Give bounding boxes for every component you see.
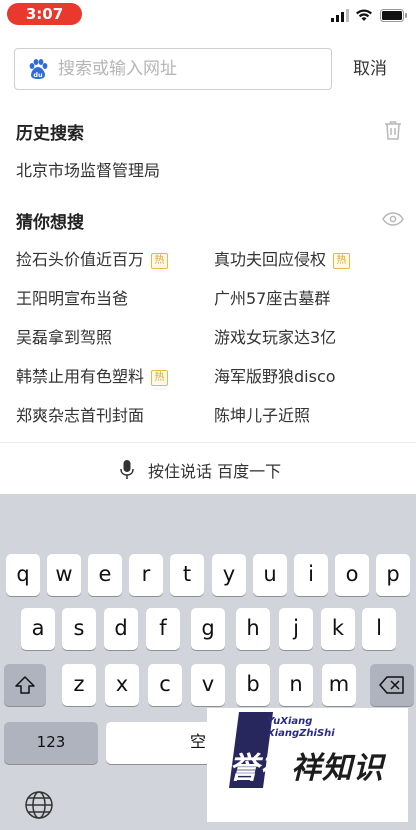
battery-icon xyxy=(380,9,407,22)
globe-icon[interactable] xyxy=(24,790,54,820)
key-j[interactable]: j xyxy=(279,608,313,650)
hot-search-item[interactable]: 吴磊拿到驾照 xyxy=(16,324,112,348)
watermark-main-text: 誉祥祥知识 xyxy=(229,743,384,787)
baidu-paw-icon: du xyxy=(29,59,48,79)
microphone-icon xyxy=(120,460,134,479)
svg-text:du: du xyxy=(33,71,43,79)
key-c[interactable]: c xyxy=(148,664,182,706)
key-q[interactable]: q xyxy=(6,554,40,596)
cancel-button[interactable]: 取消 xyxy=(340,55,400,83)
shift-key[interactable] xyxy=(4,664,46,706)
watermark-main-part1: 誉祥 xyxy=(229,751,291,786)
hot-search-item-text: 真功夫回应侵权 xyxy=(214,250,327,269)
history-section-title: 历史搜索 xyxy=(16,124,84,144)
key-v[interactable]: v xyxy=(191,664,225,706)
hot-badge: 热 xyxy=(151,370,169,386)
key-w[interactable]: w xyxy=(47,554,81,596)
key-y[interactable]: y xyxy=(212,554,246,596)
hot-badge: 热 xyxy=(333,253,351,269)
key-s[interactable]: s xyxy=(62,608,96,650)
key-n[interactable]: n xyxy=(279,664,313,706)
hot-search-item[interactable]: 游戏女玩家达3亿 xyxy=(214,324,336,348)
wifi-icon xyxy=(356,9,372,21)
delete-key[interactable] xyxy=(370,664,414,706)
key-r[interactable]: r xyxy=(129,554,163,596)
trash-icon[interactable] xyxy=(384,120,402,140)
key-u[interactable]: u xyxy=(253,554,287,596)
hot-search-item-text: 韩禁止用有色塑料 xyxy=(16,367,145,386)
hot-search-item-text: 广州57座古墓群 xyxy=(214,289,331,308)
hot-search-item-text: 郑爽杂志首刊封面 xyxy=(16,406,145,425)
hot-badge: 热 xyxy=(151,253,169,269)
eye-icon[interactable] xyxy=(382,212,404,226)
hot-search-item-text: 王阳明宣布当爸 xyxy=(16,289,129,308)
hot-search-item-text: 陈坤儿子近照 xyxy=(214,406,311,425)
hot-search-item-text: 捡石头价值近百万 xyxy=(16,250,145,269)
key-p[interactable]: p xyxy=(376,554,410,596)
numbers-key[interactable]: 123 xyxy=(4,722,98,764)
status-time[interactable]: 3:07 xyxy=(7,3,82,25)
voice-search-label: 按住说话 百度一下 xyxy=(148,462,282,481)
key-t[interactable]: t xyxy=(170,554,204,596)
hot-search-item[interactable]: 王阳明宣布当爸 xyxy=(16,285,128,309)
key-m[interactable]: m xyxy=(322,664,356,706)
key-f[interactable]: f xyxy=(146,608,180,650)
watermark-top-line2: XiangZhiShi xyxy=(267,728,335,739)
guess-section-title: 猜你想搜 xyxy=(16,213,84,233)
search-box[interactable]: du xyxy=(14,48,332,90)
search-input[interactable] xyxy=(58,55,323,83)
hot-search-item-text: 吴磊拿到驾照 xyxy=(16,328,113,347)
key-z[interactable]: z xyxy=(62,664,96,706)
shift-icon xyxy=(15,676,35,694)
cellular-signal-icon xyxy=(331,9,349,22)
delete-icon xyxy=(379,676,404,694)
key-x[interactable]: x xyxy=(105,664,139,706)
voice-search-bar[interactable]: 按住说话 百度一下 xyxy=(0,443,416,494)
watermark: YuXiang XiangZhiShi 誉祥祥知识 xyxy=(207,708,408,822)
hot-search-item[interactable]: 捡石头价值近百万热 xyxy=(16,246,169,270)
hot-search-item[interactable]: 郑爽杂志首刊封面 xyxy=(16,402,144,426)
watermark-main-part2: 祥知识 xyxy=(291,751,384,786)
key-d[interactable]: d xyxy=(104,608,138,650)
key-k[interactable]: k xyxy=(321,608,355,650)
status-bar: 3:07 xyxy=(0,0,416,30)
hot-search-item[interactable]: 广州57座古墓群 xyxy=(214,285,330,309)
hot-search-item-text: 游戏女玩家达3亿 xyxy=(214,328,337,347)
key-i[interactable]: i xyxy=(294,554,328,596)
key-b[interactable]: b xyxy=(236,664,270,706)
history-item[interactable]: 北京市场监督管理局 xyxy=(16,157,160,181)
hot-search-item-text: 海军版野狼disco xyxy=(214,367,336,386)
key-a[interactable]: a xyxy=(21,608,55,650)
hot-search-item[interactable]: 韩禁止用有色塑料热 xyxy=(16,363,169,387)
hot-search-item[interactable]: 海军版野狼disco xyxy=(214,363,336,387)
key-h[interactable]: h xyxy=(236,608,270,650)
hot-search-item[interactable]: 陈坤儿子近照 xyxy=(214,402,310,426)
key-l[interactable]: l xyxy=(362,608,396,650)
hot-search-item[interactable]: 真功夫回应侵权热 xyxy=(214,246,351,270)
key-g[interactable]: g xyxy=(191,608,225,650)
watermark-top-line1: YuXiang xyxy=(267,716,313,727)
key-e[interactable]: e xyxy=(88,554,122,596)
key-o[interactable]: o xyxy=(335,554,369,596)
